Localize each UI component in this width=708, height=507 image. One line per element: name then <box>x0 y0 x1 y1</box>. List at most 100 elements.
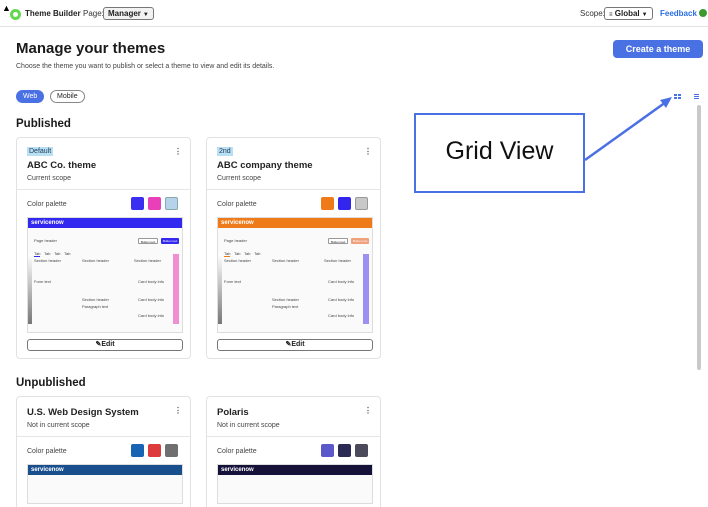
divider <box>207 436 380 437</box>
color-swatch <box>338 444 351 457</box>
theme-preview: servicenow <box>217 464 373 504</box>
preview-brand-bar: servicenow <box>218 218 372 228</box>
preview-card-body: Card body info <box>138 297 165 302</box>
scope-select[interactable]: ≡ Global ▼ <box>604 7 653 20</box>
list-view-icon[interactable] <box>694 94 700 100</box>
preview-tab: Tab <box>64 251 71 256</box>
preview-card-body: Card body info <box>328 297 355 302</box>
color-palette-label: Color palette <box>27 201 67 208</box>
preview-tab: Tab <box>244 251 251 256</box>
preview-section-header: Section header <box>134 258 161 263</box>
preview-tab: Tab <box>34 251 41 257</box>
theme-preview: servicenow Page header Button text Butto… <box>27 217 183 333</box>
preview-left-nav <box>218 254 222 324</box>
preview-section-header: Section header <box>224 258 251 263</box>
theme-card-abc-co[interactable]: Default ⋮ ABC Co. theme Current scope Co… <box>16 137 191 359</box>
annotation-callout: Grid View <box>414 113 585 193</box>
preview-accent-panel <box>363 254 369 324</box>
color-swatch <box>355 444 368 457</box>
feedback-link[interactable]: Feedback <box>660 9 697 18</box>
create-theme-button[interactable]: Create a theme <box>613 40 703 58</box>
color-palette-label: Color palette <box>217 201 257 208</box>
preview-form-text: Form text <box>224 279 241 284</box>
theme-card-polaris[interactable]: ⋮ Polaris Not in current scope Color pal… <box>206 396 381 507</box>
preview-tab: Tab <box>44 251 51 256</box>
published-section-title: Published <box>16 118 71 130</box>
page-label: Page: <box>83 9 104 18</box>
preview-secondary-button: Button text <box>328 238 349 244</box>
preview-card-body: Card body info <box>328 279 355 284</box>
scrollbar[interactable] <box>697 105 701 370</box>
preview-tab: Tab <box>254 251 261 256</box>
preview-page-header: Page header <box>224 238 247 243</box>
preview-form-text: Form text <box>34 279 51 284</box>
preview-primary-button: Button text <box>161 238 180 244</box>
top-navigation-bar: ▲ Theme Builder Page: Manager ▼ Scope: ≡ … <box>0 0 708 27</box>
theme-scope: Current scope <box>27 175 71 182</box>
theme-name: Polaris <box>217 407 249 418</box>
scope-label: Scope: <box>580 9 605 18</box>
preview-paragraph: Paragraph text <box>272 304 299 309</box>
preview-card-body: Card body info <box>138 279 165 284</box>
preview-tab: Tab <box>234 251 241 256</box>
chevron-down-icon: ▼ <box>641 12 648 18</box>
theme-preview: servicenow <box>27 464 183 504</box>
preview-paragraph: Paragraph text <box>82 304 109 309</box>
edit-label: Edit <box>291 341 305 348</box>
app-title: Theme Builder <box>25 9 81 18</box>
color-swatch <box>165 444 178 457</box>
preview-tab: Tab <box>224 251 231 257</box>
theme-name: ABC Co. theme <box>27 160 97 171</box>
divider <box>17 436 190 437</box>
more-options-icon[interactable]: ⋮ <box>364 407 372 415</box>
more-options-icon[interactable]: ⋮ <box>364 148 372 156</box>
scope-select-value: Global <box>614 9 640 18</box>
divider <box>207 189 380 190</box>
preview-secondary-button: Button text <box>138 238 159 244</box>
preview-section-header: Section header <box>34 258 61 263</box>
color-swatch <box>131 197 144 210</box>
color-swatch <box>148 197 161 210</box>
preview-section-header: Section header <box>82 258 109 263</box>
theme-scope: Not in current scope <box>217 422 280 429</box>
preview-section-header: Section header <box>272 297 299 302</box>
theme-name: ABC company theme <box>217 160 313 171</box>
more-options-icon[interactable]: ⋮ <box>174 148 182 156</box>
theme-scope: Not in current scope <box>27 422 90 429</box>
chevron-down-icon: ▼ <box>142 12 149 18</box>
rank-badge: 2nd <box>217 147 233 156</box>
theme-card-uswds[interactable]: ⋮ U.S. Web Design System Not in current … <box>16 396 191 507</box>
preview-section-header: Section header <box>82 297 109 302</box>
edit-button[interactable]: ✎Edit <box>217 339 373 351</box>
tab-web[interactable]: Web <box>16 90 45 103</box>
theme-card-abc-company[interactable]: 2nd ⋮ ABC company theme Current scope Co… <box>206 137 381 359</box>
annotation-text: Grid View <box>445 137 554 165</box>
edit-label: Edit <box>101 341 115 348</box>
default-badge: Default <box>27 147 54 156</box>
color-swatch <box>321 197 334 210</box>
page-subtitle: Choose the theme you want to publish or … <box>16 63 275 70</box>
theme-name: U.S. Web Design System <box>27 407 139 418</box>
color-swatch <box>338 197 351 210</box>
preview-page-header: Page header <box>34 238 57 243</box>
color-swatch <box>131 444 144 457</box>
preview-card-body: Card body info <box>138 313 165 318</box>
grid-view-icon[interactable] <box>674 94 681 100</box>
app-logo-icon <box>10 9 21 20</box>
divider <box>17 189 190 190</box>
preview-section-header: Section header <box>324 258 351 263</box>
preview-accent-panel <box>173 254 179 324</box>
feedback-icon[interactable] <box>699 9 707 17</box>
preview-brand-bar: servicenow <box>218 465 372 475</box>
color-palette-label: Color palette <box>27 448 67 455</box>
page-select[interactable]: Manager ▼ <box>103 7 154 20</box>
more-options-icon[interactable]: ⋮ <box>174 407 182 415</box>
preview-card-body: Card body info <box>328 313 355 318</box>
color-palette-label: Color palette <box>217 448 257 455</box>
color-swatch <box>355 197 368 210</box>
theme-preview: servicenow Page header Button text Butto… <box>217 217 373 333</box>
preview-brand-bar: servicenow <box>28 218 182 228</box>
tab-mobile[interactable]: Mobile <box>50 90 85 103</box>
edit-button[interactable]: ✎Edit <box>27 339 183 351</box>
page-title: Manage your themes <box>16 40 166 57</box>
